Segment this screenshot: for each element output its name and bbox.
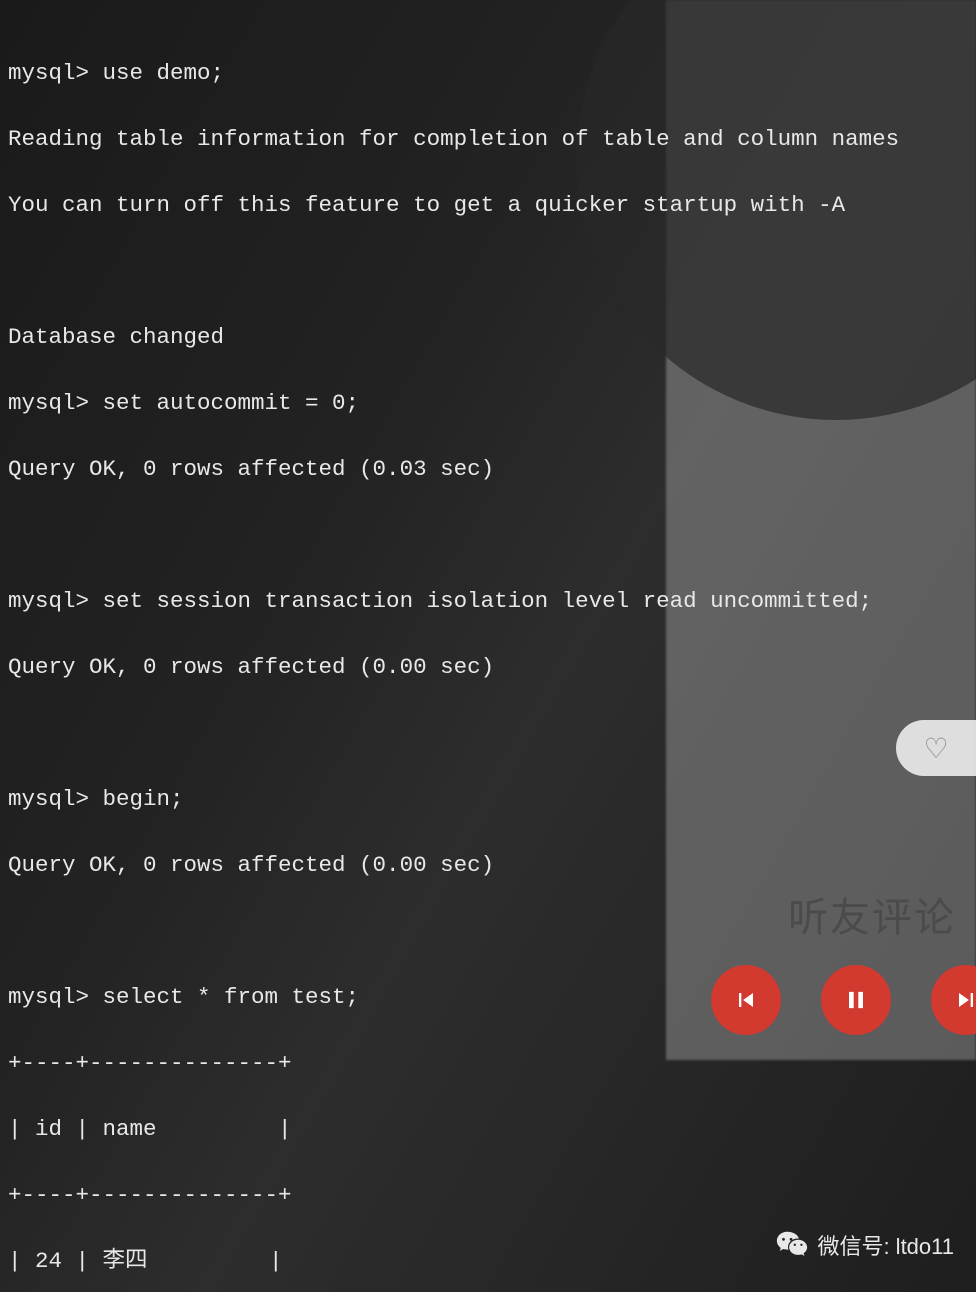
terminal-line: Reading table information for completion… bbox=[8, 123, 968, 156]
terminal-line: Database changed bbox=[8, 321, 968, 354]
terminal-line: mysql> set autocommit = 0; bbox=[8, 387, 968, 420]
table-border: +----+--------------+ bbox=[8, 1179, 968, 1212]
wechat-icon bbox=[775, 1228, 809, 1262]
terminal-line: Query OK, 0 rows affected (0.00 sec) bbox=[8, 651, 968, 684]
terminal-line: mysql> use demo; bbox=[8, 57, 968, 90]
terminal-line bbox=[8, 255, 968, 288]
terminal-line bbox=[8, 519, 968, 552]
terminal-line bbox=[8, 915, 968, 948]
table-border: +----+--------------+ bbox=[8, 1047, 968, 1080]
table-header: | id | name | bbox=[8, 1113, 968, 1146]
terminal-line: You can turn off this feature to get a q… bbox=[8, 189, 968, 222]
terminal-line: mysql> begin; bbox=[8, 783, 968, 816]
terminal-line: mysql> select * from test; bbox=[8, 981, 968, 1014]
terminal-output[interactable]: mysql> use demo; Reading table informati… bbox=[0, 0, 976, 1292]
wechat-label: 微信号: ltdo11 bbox=[817, 1229, 954, 1261]
terminal-line: Query OK, 0 rows affected (0.03 sec) bbox=[8, 453, 968, 486]
terminal-line bbox=[8, 717, 968, 750]
wechat-watermark: 微信号: ltdo11 bbox=[775, 1228, 954, 1262]
terminal-line: mysql> set session transaction isolation… bbox=[8, 585, 968, 618]
terminal-line: Query OK, 0 rows affected (0.00 sec) bbox=[8, 849, 968, 882]
